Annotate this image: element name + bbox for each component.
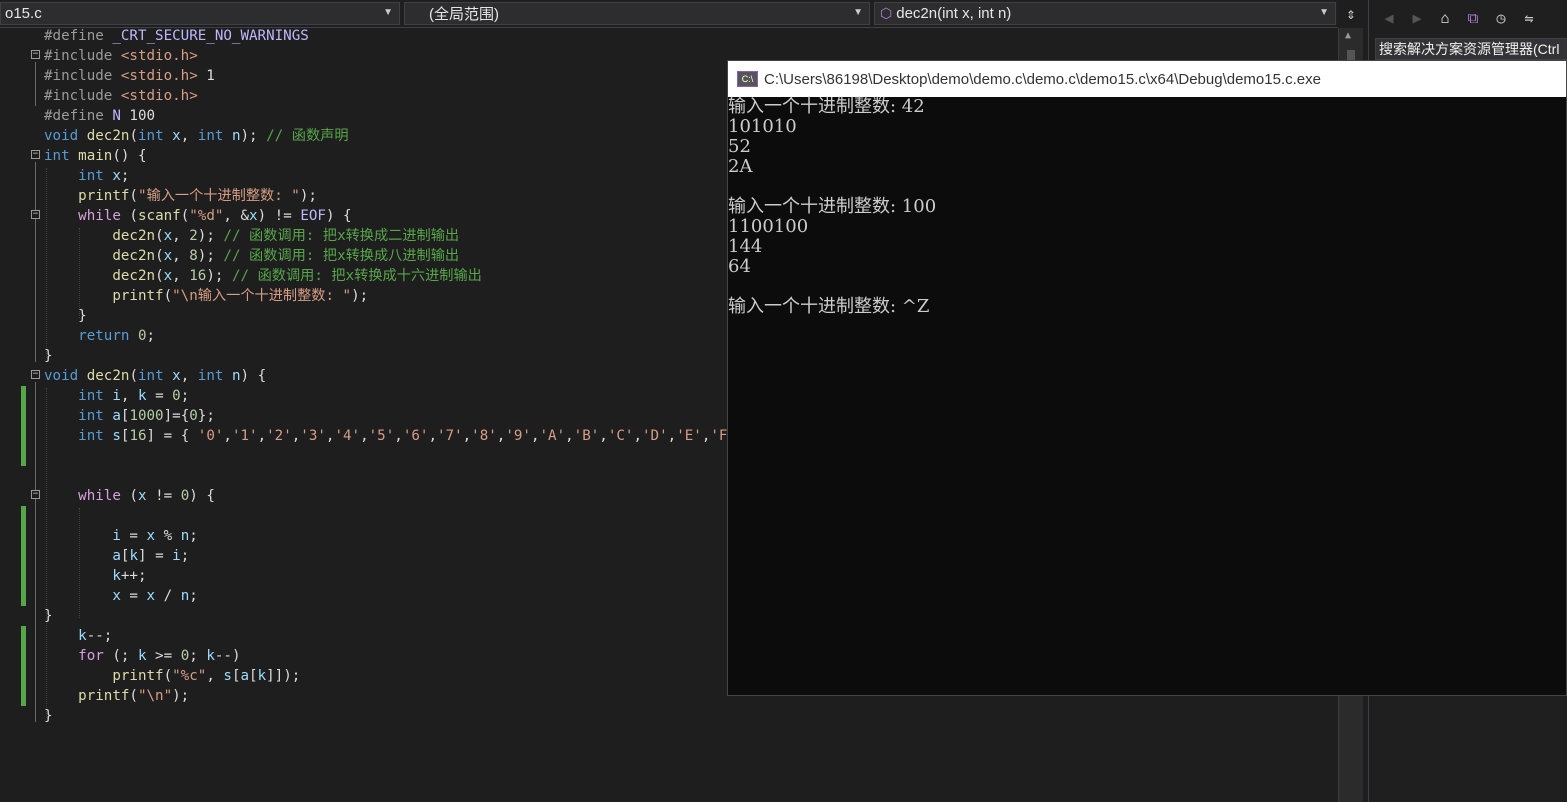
code-text: void dec2n(int x, int n); // 函数声明 xyxy=(44,128,349,144)
chevron-down-icon: ▼ xyxy=(383,7,393,18)
code-text: return 0; xyxy=(78,328,156,344)
console-app-icon: C:\ xyxy=(737,71,758,87)
back-icon[interactable]: ◀ xyxy=(1379,9,1399,27)
code-text: } xyxy=(44,708,53,724)
solution-explorer-search[interactable]: 搜索解决方案资源管理器(Ctrl xyxy=(1375,38,1567,60)
console-line: 144 xyxy=(728,236,763,257)
console-line: 1100100 xyxy=(728,216,809,237)
console-output: 输入一个十进制整数: 42 101010 52 2A 输入一个十进制整数: 100 110… xyxy=(728,97,1566,317)
code-text: int x; xyxy=(78,168,130,184)
file-dropdown-label: o15.c xyxy=(5,5,42,22)
console-line: 101010 xyxy=(728,116,797,137)
code-text: x = x / n; xyxy=(112,588,198,604)
console-titlebar[interactable]: C:\ C:\Users\86198\Desktop\demo\demo.c\d… xyxy=(728,61,1566,97)
code-text: #define _CRT_SECURE_NO_WARNINGS xyxy=(44,28,309,44)
console-line: 52 xyxy=(728,136,751,157)
console-line: 输入一个十进制整数: ^Z xyxy=(728,296,930,317)
code-text: while (scanf("%d", &x) != EOF) { xyxy=(78,208,352,224)
code-text: printf("%c", s[a[k]]); xyxy=(112,668,301,684)
code-text: } xyxy=(44,348,53,364)
scope-dropdown-label: (全局范围) xyxy=(429,6,499,23)
code-text: } xyxy=(44,308,87,324)
code-text: int main() { xyxy=(44,148,147,164)
scope-dropdown[interactable]: (全局范围) ▼ xyxy=(404,2,870,25)
chevron-down-icon: ▼ xyxy=(1319,7,1329,18)
code-text: int a[1000]={0}; xyxy=(78,408,215,424)
fold-toggle-icon[interactable]: − xyxy=(31,210,40,219)
scroll-up-icon[interactable]: ▲ xyxy=(1345,30,1351,41)
console-line: 2A xyxy=(728,156,753,177)
code-text: } xyxy=(44,608,53,624)
code-line[interactable]: #define _CRT_SECURE_NO_WARNINGS xyxy=(0,26,1338,46)
code-text: int s[16] = { '0','1','2','3','4','5','6… xyxy=(78,428,753,444)
code-text: printf("\n输入一个十进制整数: "); xyxy=(112,288,369,304)
code-text: #define N 100 xyxy=(44,108,156,124)
fold-toggle-icon[interactable]: − xyxy=(31,50,40,59)
split-window-icon[interactable]: ⇕ xyxy=(1340,3,1362,25)
code-text: dec2n(x, 16); // 函数调用: 把x转换成十六进制输出 xyxy=(112,268,482,284)
console-line: 输入一个十进制整数: 100 xyxy=(728,196,937,217)
code-text: for (; k >= 0; k--) xyxy=(78,648,241,664)
solution-explorer-toolbar: ◀ ▶ ⌂ ⧉ ◷ ⇋ xyxy=(1369,0,1567,35)
fold-toggle-icon[interactable]: − xyxy=(31,150,40,159)
code-text: k--; xyxy=(78,628,113,644)
method-cube-icon: ⬡ xyxy=(880,5,893,21)
fold-toggle-icon[interactable]: − xyxy=(31,370,40,379)
console-title: C:\Users\86198\Desktop\demo\demo.c\demo.… xyxy=(764,70,1321,88)
home-icon[interactable]: ⌂ xyxy=(1435,9,1455,27)
code-text: #include <stdio.h> 1 xyxy=(44,68,215,84)
code-text: dec2n(x, 2); // 函数调用: 把x转换成二进制输出 xyxy=(112,228,460,244)
code-text: #include <stdio.h> xyxy=(44,88,198,104)
function-dropdown[interactable]: ⬡ dec2n(int x, int n) ▼ xyxy=(874,2,1336,25)
file-dropdown[interactable]: o15.c ▼ xyxy=(0,2,400,25)
console-line: 输入一个十进制整数: 42 xyxy=(728,96,925,117)
editor-navigation-bar: o15.c ▼ (全局范围) ▼ ⬡ dec2n(int x, int n) ▼ xyxy=(0,0,1338,28)
sync-icon[interactable]: ⇋ xyxy=(1519,9,1539,27)
code-text: i = x % n; xyxy=(112,528,198,544)
chevron-down-icon: ▼ xyxy=(853,7,863,18)
code-text: printf("\n"); xyxy=(78,688,190,704)
code-text: dec2n(x, 8); // 函数调用: 把x转换成八进制输出 xyxy=(112,248,460,264)
vs-solution-icon[interactable]: ⧉ xyxy=(1463,9,1483,27)
history-icon[interactable]: ◷ xyxy=(1491,9,1511,27)
code-text: while (x != 0) { xyxy=(78,488,215,504)
code-text: a[k] = i; xyxy=(112,548,190,564)
code-text: printf("输入一个十进制整数: "); xyxy=(78,188,317,204)
fold-toggle-icon[interactable]: − xyxy=(31,490,40,499)
console-line: 64 xyxy=(728,256,751,277)
code-text: k++; xyxy=(112,568,147,584)
function-dropdown-label: dec2n(int x, int n) xyxy=(896,5,1012,22)
forward-icon[interactable]: ▶ xyxy=(1407,9,1427,27)
code-text: void dec2n(int x, int n) { xyxy=(44,368,267,384)
code-text: #include <stdio.h> xyxy=(44,48,198,64)
code-line[interactable]: } xyxy=(0,706,1338,726)
code-text: int i, k = 0; xyxy=(78,388,190,404)
console-window[interactable]: C:\ C:\Users\86198\Desktop\demo\demo.c\d… xyxy=(727,60,1567,696)
